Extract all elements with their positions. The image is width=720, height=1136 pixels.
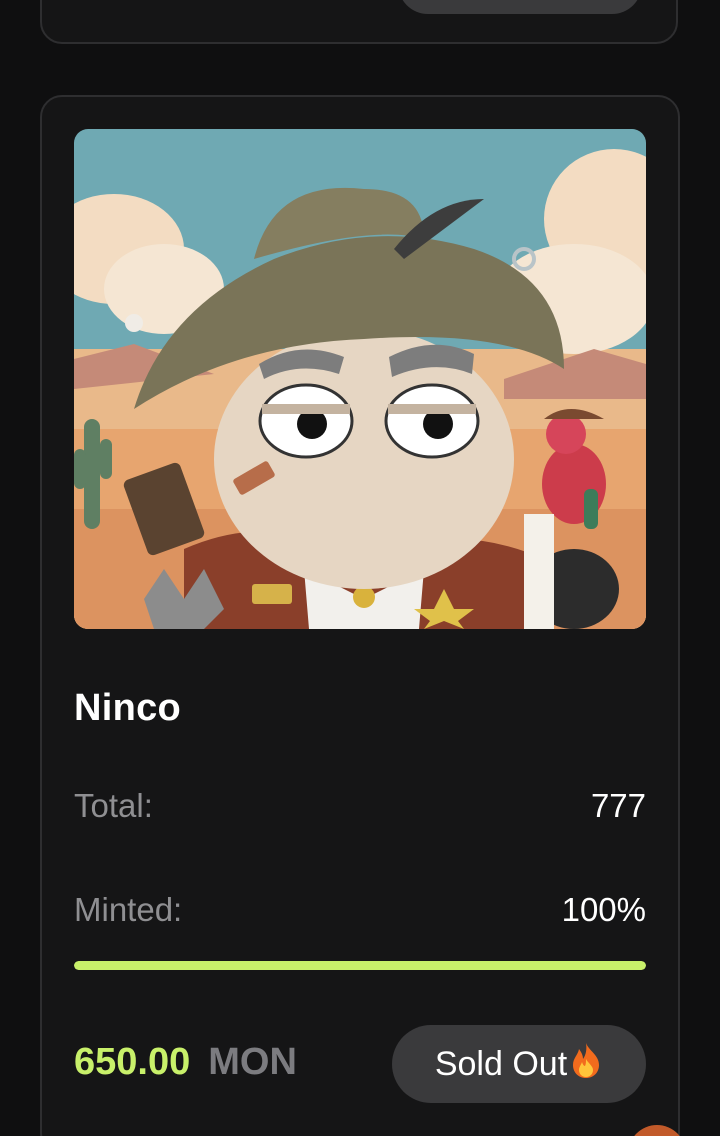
minted-label: Minted: [74, 891, 183, 928]
minted-value: 100% [561, 891, 646, 928]
minted-row: Minted: 100% [74, 891, 646, 929]
total-value: 777 [590, 787, 646, 824]
mint-price: 650.00 MON [74, 1041, 297, 1084]
mint-page: Ninco Total: 777 Minted: 100% 650.00 MON… [0, 0, 720, 1136]
total-label: Total: [74, 787, 153, 824]
previous-collection-card [40, 0, 678, 44]
total-row: Total: 777 [74, 787, 646, 825]
collection-image [74, 129, 646, 629]
cowboy-character-illustration [74, 129, 646, 629]
collection-name: Ninco [74, 687, 182, 729]
price-amount: 650.00 [74, 1041, 191, 1083]
collection-card: Ninco Total: 777 Minted: 100% 650.00 MON… [40, 95, 680, 1136]
fire-icon [569, 1041, 603, 1088]
previous-card-button[interactable] [398, 0, 642, 14]
price-currency: MON [208, 1041, 297, 1083]
minted-progress-fill [74, 961, 646, 970]
sold-out-label: Sold Out [434, 1044, 568, 1083]
minted-progress-bar [74, 961, 646, 970]
sold-out-button[interactable]: Sold Out [392, 1025, 646, 1103]
